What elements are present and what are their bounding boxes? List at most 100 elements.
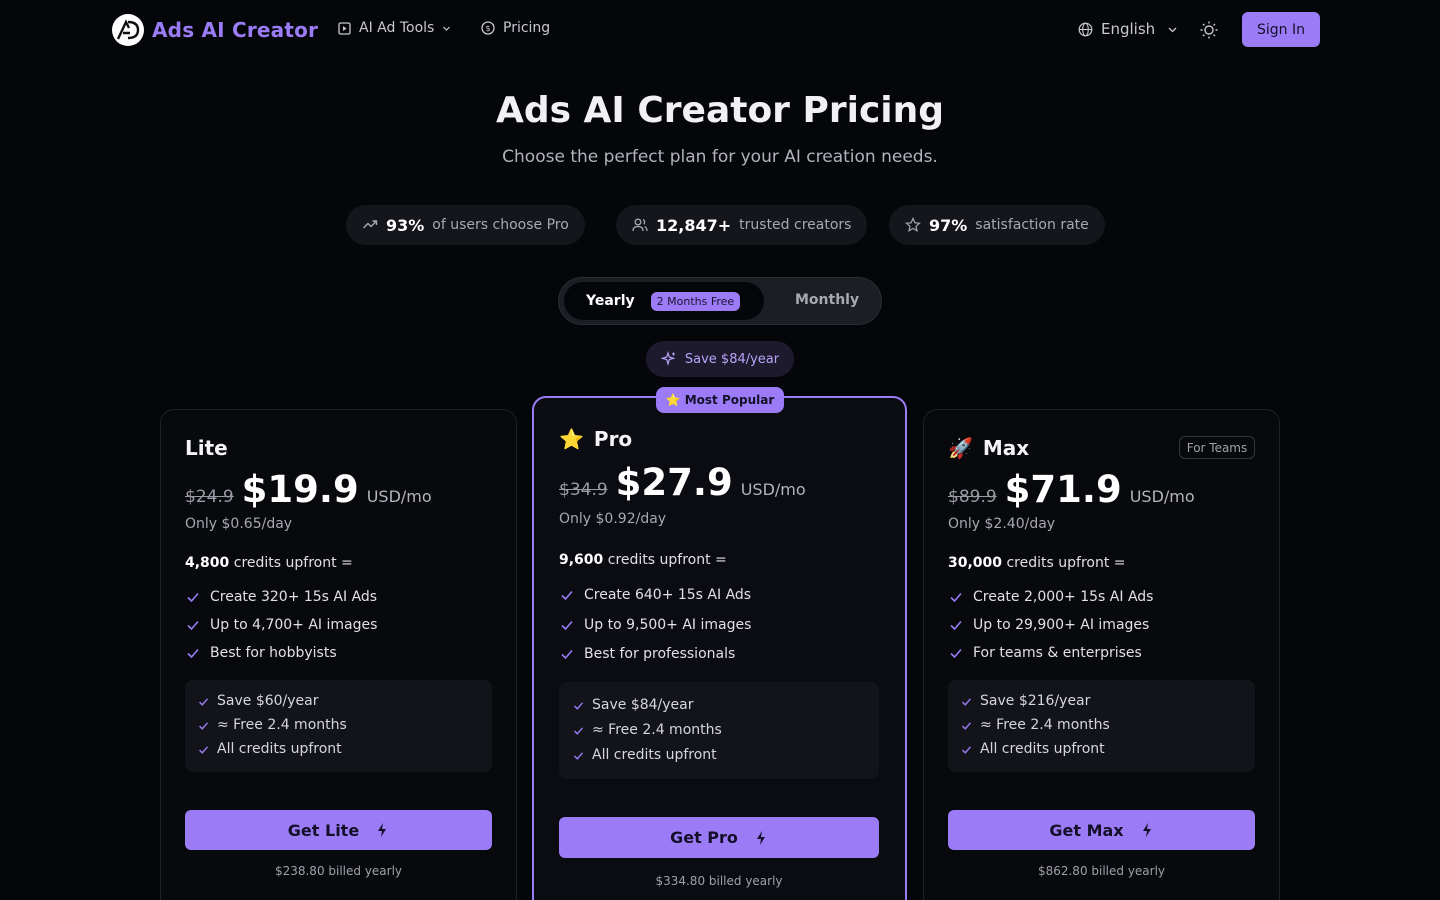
feature-text: Create 320+ 15s AI Ads: [210, 589, 378, 605]
price-row: $89.9 $71.9 USD/mo: [948, 468, 1195, 511]
credits-amount: 9,600: [559, 552, 604, 568]
perk-text: All credits upfront: [592, 747, 717, 763]
yearly-label: Yearly: [586, 293, 635, 309]
check-icon: [561, 590, 573, 601]
sign-in-button[interactable]: Sign In: [1242, 12, 1320, 47]
star-icon: ⭐: [559, 427, 584, 451]
cta-label: Get Lite: [287, 820, 360, 840]
app-name: Ads AI Creator: [152, 18, 319, 42]
perk-item: Save $216/year: [961, 693, 1090, 709]
check-icon: [199, 697, 209, 706]
check-icon: [950, 648, 962, 659]
per-day-price: Only $0.92/day: [559, 511, 667, 527]
logo-icon: [112, 14, 144, 46]
perk-text: Save $60/year: [217, 693, 319, 709]
perk-text: All credits upfront: [980, 741, 1105, 757]
original-price: $24.9: [185, 487, 234, 507]
credits-amount: 30,000: [948, 555, 1003, 571]
check-icon: [187, 592, 199, 603]
get-pro-button[interactable]: Get Pro: [559, 817, 879, 858]
check-icon: [199, 721, 209, 730]
nav-pricing[interactable]: $ Pricing: [481, 20, 550, 36]
star-icon: ⭐: [665, 393, 681, 407]
feature-item: Create 640+ 15s AI Ads: [560, 587, 751, 603]
nav-ai-ad-tools[interactable]: AI Ad Tools: [338, 20, 451, 36]
lightning-icon: [378, 823, 387, 837]
plan-name: Lite: [185, 436, 228, 460]
svg-text:$: $: [485, 24, 490, 33]
stat-value: 12,847+: [656, 215, 732, 235]
plan-name: 🚀 Max: [948, 436, 1029, 460]
save-text: Save $84/year: [684, 351, 780, 367]
plan-name-text: Pro: [593, 427, 633, 451]
logo[interactable]: Ads AI Creator: [112, 14, 318, 46]
perk-text: ≈ Free 2.4 months: [217, 717, 347, 733]
sun-icon: [1200, 21, 1218, 39]
feature-item: Best for hobbyists: [186, 645, 337, 661]
feature-item: Up to 29,900+ AI images: [949, 617, 1149, 633]
cta-label: Get Pro: [670, 828, 738, 847]
check-icon: [962, 697, 972, 706]
feature-text: Best for professionals: [584, 646, 736, 662]
plan-name-text: Max: [982, 436, 1030, 460]
feature-text: Up to 9,500+ AI images: [584, 617, 752, 633]
feature-text: Up to 29,900+ AI images: [973, 617, 1150, 633]
credits-text: credits upfront =: [1006, 555, 1126, 571]
plan-name: ⭐ Pro: [559, 427, 632, 451]
stat-value: 93%: [386, 215, 425, 235]
check-icon: [962, 721, 972, 730]
perk-item: Save $60/year: [198, 693, 319, 709]
lightning-icon: [756, 830, 765, 845]
billing-monthly-option[interactable]: Monthly: [795, 292, 859, 308]
get-max-button[interactable]: Get Max: [948, 810, 1255, 850]
globe-icon: [1078, 22, 1093, 36]
perk-text: Save $84/year: [592, 697, 694, 713]
perk-text: Save $216/year: [980, 693, 1091, 709]
stat-creators: 12,847+ trusted creators: [616, 205, 868, 245]
users-icon: [632, 218, 648, 232]
trending-up-icon: [363, 220, 378, 229]
billing-yearly-option[interactable]: Yearly 2 Months Free: [564, 282, 764, 320]
original-price: $89.9: [948, 487, 997, 507]
language-selector[interactable]: English: [1078, 20, 1178, 38]
billed-yearly-note: $334.80 billed yearly: [655, 874, 783, 888]
perk-item: Save $84/year: [573, 697, 694, 713]
top-nav: Ads AI Creator AI Ad Tools $ Pricing Eng…: [0, 0, 1440, 60]
billed-yearly-note: $862.80 billed yearly: [1037, 864, 1166, 878]
credits-text: credits upfront =: [233, 555, 353, 571]
plan-name-text: Lite: [185, 436, 228, 460]
credits-amount: 4,800: [185, 555, 230, 571]
language-label: English: [1101, 20, 1156, 38]
perk-item: All credits upfront: [573, 747, 717, 763]
perk-item: All credits upfront: [961, 741, 1105, 757]
page-title: Ads AI Creator Pricing: [495, 90, 945, 131]
theme-toggle-button[interactable]: [1199, 20, 1219, 40]
perk-item: All credits upfront: [198, 741, 342, 757]
feature-item: Up to 4,700+ AI images: [186, 617, 377, 633]
feature-text: Create 2,000+ 15s AI Ads: [973, 589, 1154, 605]
stat-value: 97%: [929, 215, 968, 235]
check-icon: [561, 649, 573, 660]
check-icon: [574, 751, 584, 760]
star-icon: [905, 217, 921, 233]
current-price: $19.9: [241, 468, 359, 511]
per-day-price: Only $2.40/day: [948, 516, 1056, 532]
check-icon: [561, 620, 573, 631]
feature-text: Best for hobbyists: [210, 645, 337, 661]
feature-item: Create 2,000+ 15s AI Ads: [949, 589, 1153, 605]
dollar-circle-icon: $: [481, 21, 495, 35]
stat-label: trusted creators: [739, 217, 852, 233]
price-unit: USD/mo: [1129, 487, 1195, 506]
perk-text: ≈ Free 2.4 months: [592, 722, 722, 738]
current-price: $27.9: [615, 461, 733, 504]
get-lite-button[interactable]: Get Lite: [185, 810, 492, 850]
price-row: $34.9 $27.9 USD/mo: [559, 461, 806, 504]
perk-item: ≈ Free 2.4 months: [961, 717, 1110, 733]
sparkles-icon: [660, 351, 676, 366]
rocket-icon: 🚀: [948, 436, 973, 460]
credits-line: 9,600 credits upfront =: [559, 552, 727, 568]
months-free-badge: 2 Months Free: [650, 291, 741, 311]
lightning-icon: [1142, 823, 1151, 837]
check-icon: [950, 620, 962, 631]
per-day-price: Only $0.65/day: [185, 516, 293, 532]
